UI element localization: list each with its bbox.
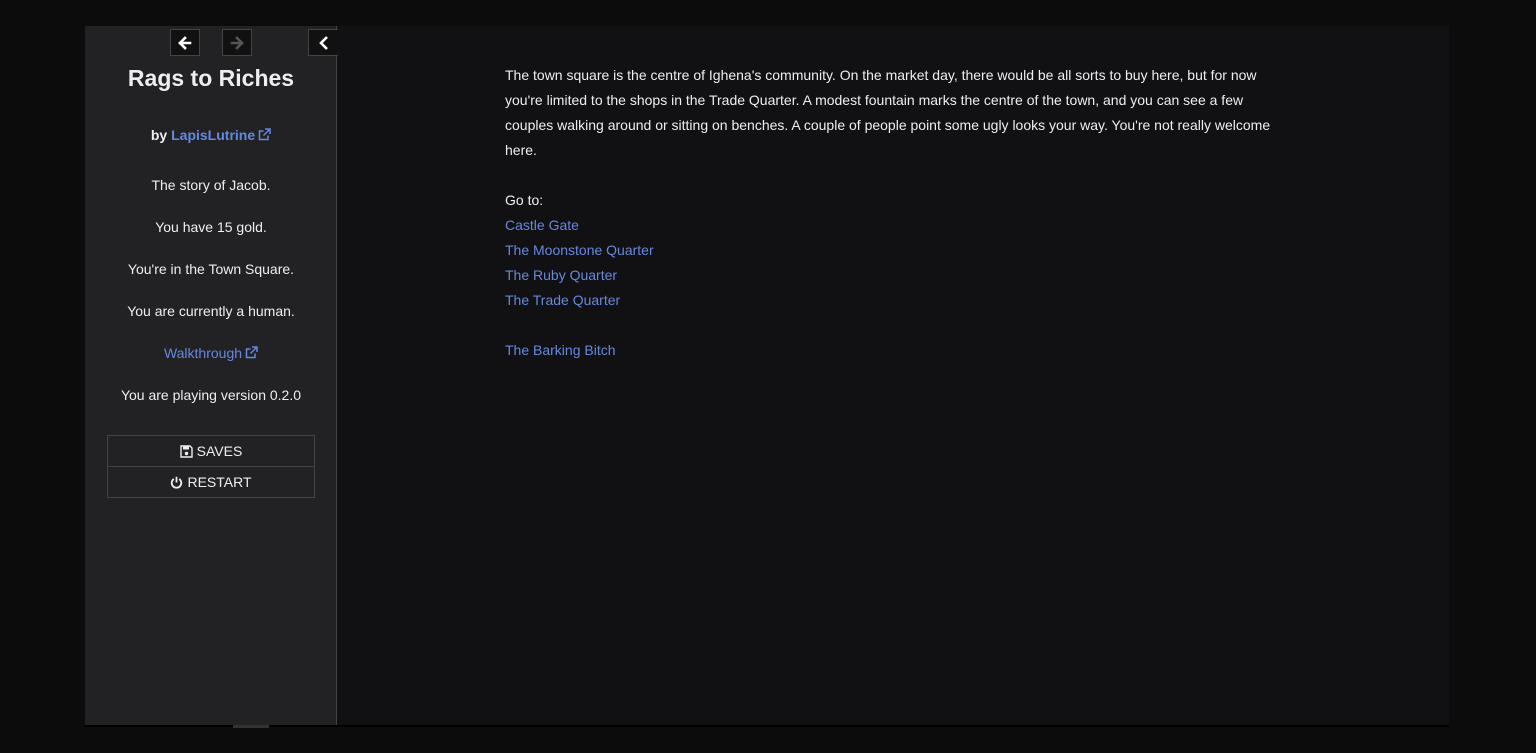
link-ruby-quarter[interactable]: The Ruby Quarter [505,263,1295,288]
story-subtitle: The story of Jacob. [151,177,271,193]
arrow-left-icon [178,35,192,50]
restart-button[interactable]: RESTART [108,466,314,497]
byline-prefix: by [150,127,172,143]
gold-status: You have 15 gold. [155,219,267,235]
author-link[interactable]: LapisLutrine [171,127,271,143]
link-trade-quarter[interactable]: The Trade Quarter [505,288,1295,313]
destination-list: Go to: Castle Gate The Moonstone Quarter… [505,188,1295,313]
walkthrough-row: Walkthrough [85,345,337,361]
saves-button[interactable]: SAVES [108,436,314,466]
chevron-left-icon [318,35,328,50]
link-barking-bitch[interactable]: The Barking Bitch [505,338,1295,363]
location-status: You're in the Town Square. [127,261,295,277]
external-link-icon [245,346,258,359]
passage: The town square is the centre of Ighena'… [505,63,1295,363]
external-link-icon [258,128,271,141]
story-menu: SAVES RESTART [107,435,315,498]
form-status: You are currently a human. [127,303,295,319]
power-icon [171,476,183,489]
history-backward-button[interactable] [170,29,200,56]
floppy-disk-icon [179,444,193,458]
sidebar-toggle-button[interactable] [308,29,338,56]
story-title: Rags to Riches [127,65,295,91]
passage-description: The town square is the centre of Ighena'… [505,67,1271,158]
version-info: You are playing version 0.2.0 [120,387,302,403]
link-moonstone-quarter[interactable]: The Moonstone Quarter [505,238,1295,263]
byline: by LapisLutrine [85,127,337,143]
history-forward-button[interactable] [222,29,252,56]
sidebar: Rags to Riches by LapisLutrine The story… [85,26,338,726]
link-castle-gate[interactable]: Castle Gate [505,213,1295,238]
scroll-indicator [233,725,269,728]
arrow-right-icon [230,35,244,50]
goto-label: Go to: [505,192,544,208]
restart-label: RESTART [187,474,252,490]
frame-bottom-border [85,725,1449,727]
walkthrough-link[interactable]: Walkthrough [164,345,258,361]
saves-label: SAVES [196,443,243,459]
